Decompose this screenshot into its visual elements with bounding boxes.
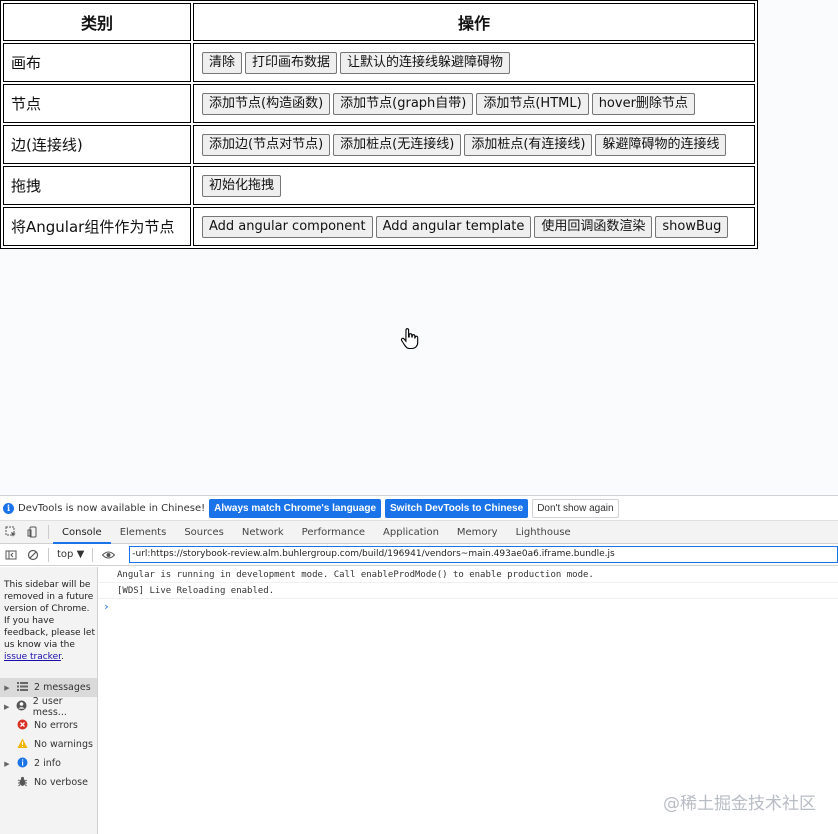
- operation-button[interactable]: 添加节点(graph自带): [333, 92, 474, 115]
- tab-sources[interactable]: Sources: [175, 521, 233, 544]
- operation-button[interactable]: 添加节点(构造函数): [202, 92, 331, 115]
- info-icon: i: [3, 502, 14, 514]
- toolbar-divider: [48, 547, 49, 562]
- operations-table-body: 画布 清除 打印画布数据 让默认的连接线躲避障碍物 节点 添加节点(构造函数) 添加节点(g…: [3, 43, 755, 246]
- sidebar-toggle-icon[interactable]: [0, 543, 22, 566]
- operations-cell: 清除 打印画布数据 让默认的连接线躲避障碍物: [193, 43, 755, 82]
- list-icon: [14, 681, 30, 694]
- sidebar-deprecation-note: This sidebar will be removed in a future…: [4, 580, 95, 662]
- sidebar-filter-item[interactable]: ▶ 2 info: [0, 754, 97, 773]
- expand-arrow-icon: ▶: [4, 683, 10, 692]
- expand-arrow-icon: ▶: [4, 702, 10, 711]
- devtools-panel: i DevTools is now available in Chinese! …: [0, 495, 838, 834]
- operation-button[interactable]: Add angular component: [202, 215, 373, 238]
- console-filter-input[interactable]: -url:https://storybook-review.alm.buhler…: [129, 546, 838, 563]
- operation-button[interactable]: 使用回调函数渲染: [534, 215, 653, 238]
- issue-tracker-link[interactable]: issue tracker: [4, 652, 61, 662]
- console-message: [WDS] Live Reloading enabled.: [98, 583, 838, 599]
- operations-cell: Add angular component Add angular templat…: [193, 207, 755, 246]
- operation-button[interactable]: showBug: [655, 215, 729, 238]
- console-toolbar: top ▼ -url:https://storybook-review.alm.…: [0, 544, 838, 566]
- table-row: 边(连接线) 添加边(节点对节点) 添加桩点(无连接线) 添加桩点(有连接线) 躲避障碍…: [3, 125, 755, 164]
- operations-cell: 添加边(节点对节点) 添加桩点(无连接线) 添加桩点(有连接线) 躲避障碍物的连接线: [193, 125, 755, 164]
- tab-list: Console Elements Sources Network Performance…: [53, 521, 580, 544]
- tab-application[interactable]: Application: [374, 521, 448, 544]
- devtools-tabbar: Console Elements Sources Network Performance…: [0, 521, 838, 544]
- sidebar-item-label: 2 user mess...: [32, 695, 67, 718]
- operation-button[interactable]: 躲避障碍物的连接线: [595, 133, 727, 156]
- context-value: top: [57, 549, 74, 560]
- devtools-infobar: i DevTools is now available in Chinese! …: [0, 496, 838, 521]
- dont-show-again-button[interactable]: Don't show again: [532, 498, 619, 518]
- sidebar-item-label: 2 info: [34, 758, 61, 769]
- sidebar-item-label: No verbose: [34, 777, 88, 788]
- sidebar-item-label: No warnings: [34, 739, 93, 750]
- category-cell: 节点: [3, 84, 191, 123]
- sidebar-filter-list: ▶ 2 messages ▶ 2 user mess... No errors No wa…: [0, 678, 97, 792]
- sidebar-filter-item[interactable]: No verbose: [0, 773, 97, 792]
- category-cell: 拖拽: [3, 166, 191, 205]
- sidebar-filter-item[interactable]: ▶ 2 user mess...: [0, 695, 97, 718]
- operation-button[interactable]: Add angular template: [375, 215, 532, 238]
- sidebar-item-label: No errors: [34, 720, 78, 731]
- sidebar-filter-item[interactable]: No warnings: [0, 735, 97, 754]
- toolbar-divider: [48, 525, 49, 539]
- toolbar-divider: [92, 547, 94, 562]
- operations-table: 类别 操作 画布 清除 打印画布数据 让默认的连接线躲避障碍物 节点 添加节点(构造函数)…: [0, 0, 758, 249]
- switch-chinese-button[interactable]: Switch DevTools to Chinese: [385, 498, 529, 518]
- console-sidebar: This sidebar will be removed in a future…: [0, 567, 98, 834]
- error-icon: [14, 719, 30, 733]
- info-icon: [14, 757, 30, 771]
- expand-arrow-icon: ▶: [4, 759, 10, 768]
- page-area: 类别 操作 画布 清除 打印画布数据 让默认的连接线躲避障碍物 节点 添加节点(构造函数)…: [0, 0, 838, 495]
- match-language-button[interactable]: Always match Chrome's language: [209, 498, 382, 518]
- inspect-element-icon[interactable]: [0, 521, 22, 544]
- operation-button[interactable]: 让默认的连接线躲避障碍物: [340, 51, 511, 74]
- operation-button[interactable]: 打印画布数据: [245, 51, 338, 74]
- table-row: 画布 清除 打印画布数据 让默认的连接线躲避障碍物: [3, 43, 755, 82]
- bug-icon: [14, 776, 30, 790]
- category-cell: 将Angular组件作为节点: [3, 207, 191, 246]
- sidebar-filter-item[interactable]: No errors: [0, 716, 97, 735]
- operation-button[interactable]: 清除: [202, 51, 243, 74]
- tab-performance[interactable]: Performance: [293, 521, 374, 544]
- tab-memory[interactable]: Memory: [448, 521, 507, 544]
- header-operation: 操作: [193, 3, 755, 41]
- hand-cursor-icon: [400, 328, 419, 350]
- sidebar-note-text: This sidebar will be removed in a future…: [4, 580, 95, 650]
- operations-cell: 添加节点(构造函数) 添加节点(graph自带) 添加节点(HTML) hover删除…: [193, 84, 755, 123]
- category-cell: 边(连接线): [3, 125, 191, 164]
- sidebar-filter-item[interactable]: ▶ 2 messages: [0, 678, 97, 697]
- sidebar-item-label: 2 messages: [34, 682, 91, 693]
- tab-lighthouse[interactable]: Lighthouse: [507, 521, 580, 544]
- tab-console[interactable]: Console: [53, 521, 111, 544]
- category-cell: 画布: [3, 43, 191, 82]
- table-row: 将Angular组件作为节点 Add angular component Add a…: [3, 207, 755, 246]
- console-message: Angular is running in development mode. …: [98, 567, 838, 583]
- table-row: 节点 添加节点(构造函数) 添加节点(graph自带) 添加节点(HTML) hover…: [3, 84, 755, 123]
- operation-button[interactable]: hover删除节点: [591, 92, 695, 115]
- operations-cell: 初始化拖拽: [193, 166, 755, 205]
- header-category: 类别: [3, 3, 191, 41]
- operation-button[interactable]: 添加桩点(有连接线): [464, 133, 593, 156]
- tab-elements[interactable]: Elements: [111, 521, 176, 544]
- warning-icon: [14, 738, 30, 752]
- context-select[interactable]: top ▼: [57, 549, 84, 560]
- operation-button[interactable]: 添加节点(HTML): [476, 92, 589, 115]
- watermark: @稀土掘金技术社区: [663, 794, 816, 814]
- user-icon: [13, 700, 28, 714]
- device-toolbar-icon[interactable]: [22, 521, 44, 544]
- infobar-message: DevTools is now available in Chinese!: [18, 502, 206, 514]
- eye-icon[interactable]: [97, 543, 119, 566]
- operation-button[interactable]: 添加桩点(无连接线): [333, 133, 462, 156]
- tab-network[interactable]: Network: [233, 521, 293, 544]
- operation-button[interactable]: 初始化拖拽: [202, 174, 282, 197]
- operation-button[interactable]: 添加边(节点对节点): [202, 133, 331, 156]
- table-row: 拖拽 初始化拖拽: [3, 166, 755, 205]
- chevron-down-icon: ▼: [76, 549, 85, 560]
- clear-console-icon[interactable]: [22, 543, 44, 566]
- console-prompt[interactable]: ›: [98, 599, 838, 615]
